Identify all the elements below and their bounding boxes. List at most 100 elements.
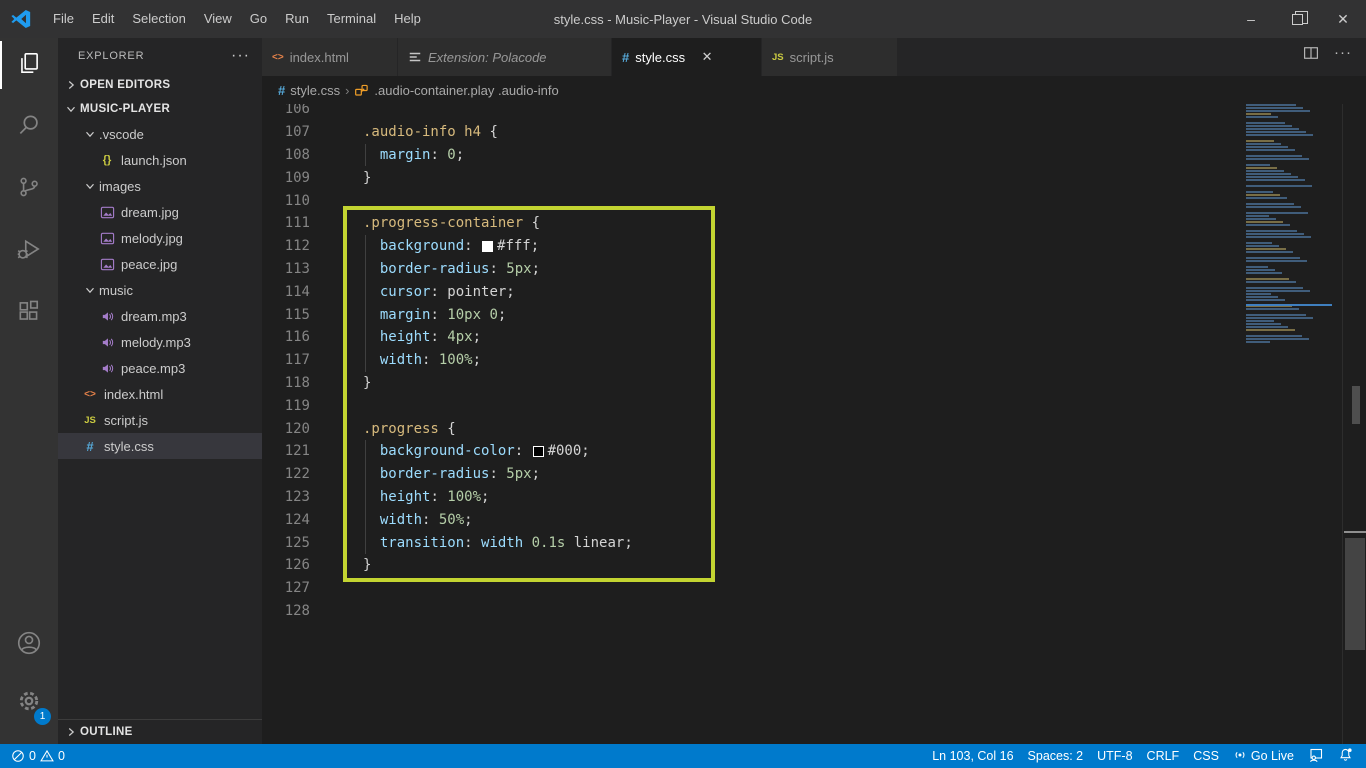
line-number[interactable]: 109 [262, 170, 340, 186]
tree-item-style-css[interactable]: # style.css [58, 433, 262, 459]
activity-search[interactable] [0, 100, 58, 154]
explorer-actions-button[interactable]: ··· [231, 47, 250, 63]
tab-style-css[interactable]: # style.css ✕ [612, 38, 762, 76]
line-number[interactable]: 123 [262, 489, 340, 505]
code-line-127[interactable]: 127 [262, 577, 1242, 600]
code-line-121[interactable]: 121 background-color: #000; [262, 439, 1242, 463]
close-button[interactable]: ✕ [1320, 0, 1366, 38]
tree-item-dream-jpg[interactable]: dream.jpg [58, 199, 262, 225]
status-notifications[interactable] [1331, 744, 1360, 768]
code-line-114[interactable]: 114 cursor: pointer; [262, 280, 1242, 303]
code-line-119[interactable]: 119 [262, 394, 1242, 417]
activity-extensions[interactable] [0, 286, 58, 340]
menu-run[interactable]: Run [276, 11, 318, 26]
line-number[interactable]: 122 [262, 466, 340, 482]
activity-settings[interactable]: 1 [0, 676, 58, 730]
line-number[interactable]: 112 [262, 238, 340, 254]
code-line-117[interactable]: 117 width: 100%; [262, 348, 1242, 372]
tree-item-melody-jpg[interactable]: melody.jpg [58, 225, 262, 251]
menu-edit[interactable]: Edit [83, 11, 123, 26]
code-line-108[interactable]: 108 margin: 0; [262, 143, 1242, 167]
outline-section[interactable]: OUTLINE [58, 719, 262, 744]
code-line-110[interactable]: 110 [262, 189, 1242, 212]
code-line-123[interactable]: 123 height: 100%; [262, 485, 1242, 509]
tree-item-index-html[interactable]: <> index.html [58, 381, 262, 407]
menu-view[interactable]: View [195, 11, 241, 26]
code-line-128[interactable]: 128 [262, 600, 1242, 623]
restore-button[interactable] [1274, 0, 1320, 38]
tree-item-images[interactable]: images [58, 173, 262, 199]
line-number[interactable]: 113 [262, 261, 340, 277]
tab-script-js[interactable]: JS script.js [762, 38, 898, 76]
breadcrumb-file[interactable]: style.css [290, 83, 340, 98]
more-actions-icon[interactable]: ··· [1334, 44, 1352, 67]
code-line-109[interactable]: 109} [262, 166, 1242, 189]
open-editors-section[interactable]: OPEN EDITORS [58, 73, 262, 97]
problems-indicator[interactable]: 0 0 [4, 744, 72, 768]
menu-help[interactable]: Help [385, 11, 430, 26]
line-number[interactable]: 127 [262, 580, 340, 596]
code-line-107[interactable]: 107 .audio-info h4 { [262, 121, 1242, 144]
status-ln-103[interactable]: Ln 103, Col 16 [925, 744, 1020, 768]
line-number[interactable]: 118 [262, 375, 340, 391]
minimize-button[interactable]: – [1228, 0, 1274, 38]
tree-item-script-js[interactable]: JS script.js [58, 407, 262, 433]
split-editor-icon[interactable] [1302, 44, 1320, 67]
code-line-124[interactable]: 124 width: 50%; [262, 508, 1242, 531]
line-number[interactable]: 116 [262, 329, 340, 345]
activity-accounts[interactable] [0, 618, 58, 672]
code-line-115[interactable]: 115 margin: 10px 0; [262, 303, 1242, 326]
menu-file[interactable]: File [44, 11, 83, 26]
minimap[interactable] [1246, 86, 1338, 686]
tree-item-launch-json[interactable]: {} launch.json [58, 147, 262, 173]
line-number[interactable]: 111 [262, 215, 340, 231]
line-number[interactable]: 120 [262, 421, 340, 437]
code-line-122[interactable]: 122 border-radius: 5px; [262, 462, 1242, 486]
code-line-113[interactable]: 113 border-radius: 5px; [262, 257, 1242, 281]
tree-item-peace-mp3[interactable]: peace.mp3 [58, 355, 262, 381]
status-feedback[interactable] [1301, 744, 1331, 768]
code-line-120[interactable]: 120 .progress { [262, 417, 1242, 440]
line-number[interactable]: 115 [262, 307, 340, 323]
line-number[interactable]: 125 [262, 535, 340, 551]
status-spaces[interactable]: Spaces: 2 [1021, 744, 1091, 768]
line-number[interactable]: 128 [262, 603, 340, 619]
line-number[interactable]: 119 [262, 398, 340, 414]
activity-source-control[interactable] [0, 162, 58, 216]
scrollbar-thumb[interactable] [1345, 538, 1365, 650]
menu-selection[interactable]: Selection [123, 11, 194, 26]
line-number[interactable]: 110 [262, 193, 340, 209]
code-line-126[interactable]: 126} [262, 554, 1242, 577]
line-number[interactable]: 121 [262, 443, 340, 459]
line-number[interactable]: 117 [262, 352, 340, 368]
line-number[interactable]: 108 [262, 147, 340, 163]
menu-go[interactable]: Go [241, 11, 276, 26]
line-number[interactable]: 124 [262, 512, 340, 528]
code-editor[interactable]: 106 107 .audio-info h4 {108 margin: 0; 109}… [262, 98, 1242, 622]
code-line-111[interactable]: 111 .progress-container { [262, 212, 1242, 235]
status-go-live[interactable]: Go Live [1226, 744, 1301, 768]
line-number[interactable]: 114 [262, 284, 340, 300]
tab-index-html[interactable]: <> index.html [262, 38, 398, 76]
status-crlf[interactable]: CRLF [1140, 744, 1187, 768]
tree-item-melody-mp3[interactable]: melody.mp3 [58, 329, 262, 355]
vertical-scrollbar[interactable] [1342, 76, 1366, 744]
tree-item-vscode[interactable]: .vscode [58, 121, 262, 147]
code-line-116[interactable]: 116 height: 4px; [262, 325, 1242, 349]
code-line-112[interactable]: 112 background: #fff; [262, 234, 1242, 258]
menu-terminal[interactable]: Terminal [318, 11, 385, 26]
status-utf-8[interactable]: UTF-8 [1090, 744, 1139, 768]
tree-item-dream-mp3[interactable]: dream.mp3 [58, 303, 262, 329]
tab-extension-polacode[interactable]: Extension: Polacode [398, 38, 612, 76]
tree-item-music[interactable]: music [58, 277, 262, 303]
status-css[interactable]: CSS [1186, 744, 1226, 768]
breadcrumb[interactable]: # style.css › .audio-container.play .aud… [262, 76, 1366, 104]
code-line-125[interactable]: 125 transition: width 0.1s linear; [262, 531, 1242, 554]
breadcrumb-symbol[interactable]: .audio-container.play .audio-info [374, 83, 558, 98]
line-number[interactable]: 126 [262, 557, 340, 573]
activity-run-debug[interactable] [0, 224, 58, 278]
activity-explorer[interactable] [0, 38, 58, 92]
line-number[interactable]: 107 [262, 124, 340, 140]
code-line-118[interactable]: 118} [262, 372, 1242, 395]
workspace-root[interactable]: MUSIC-PLAYER [58, 97, 262, 121]
